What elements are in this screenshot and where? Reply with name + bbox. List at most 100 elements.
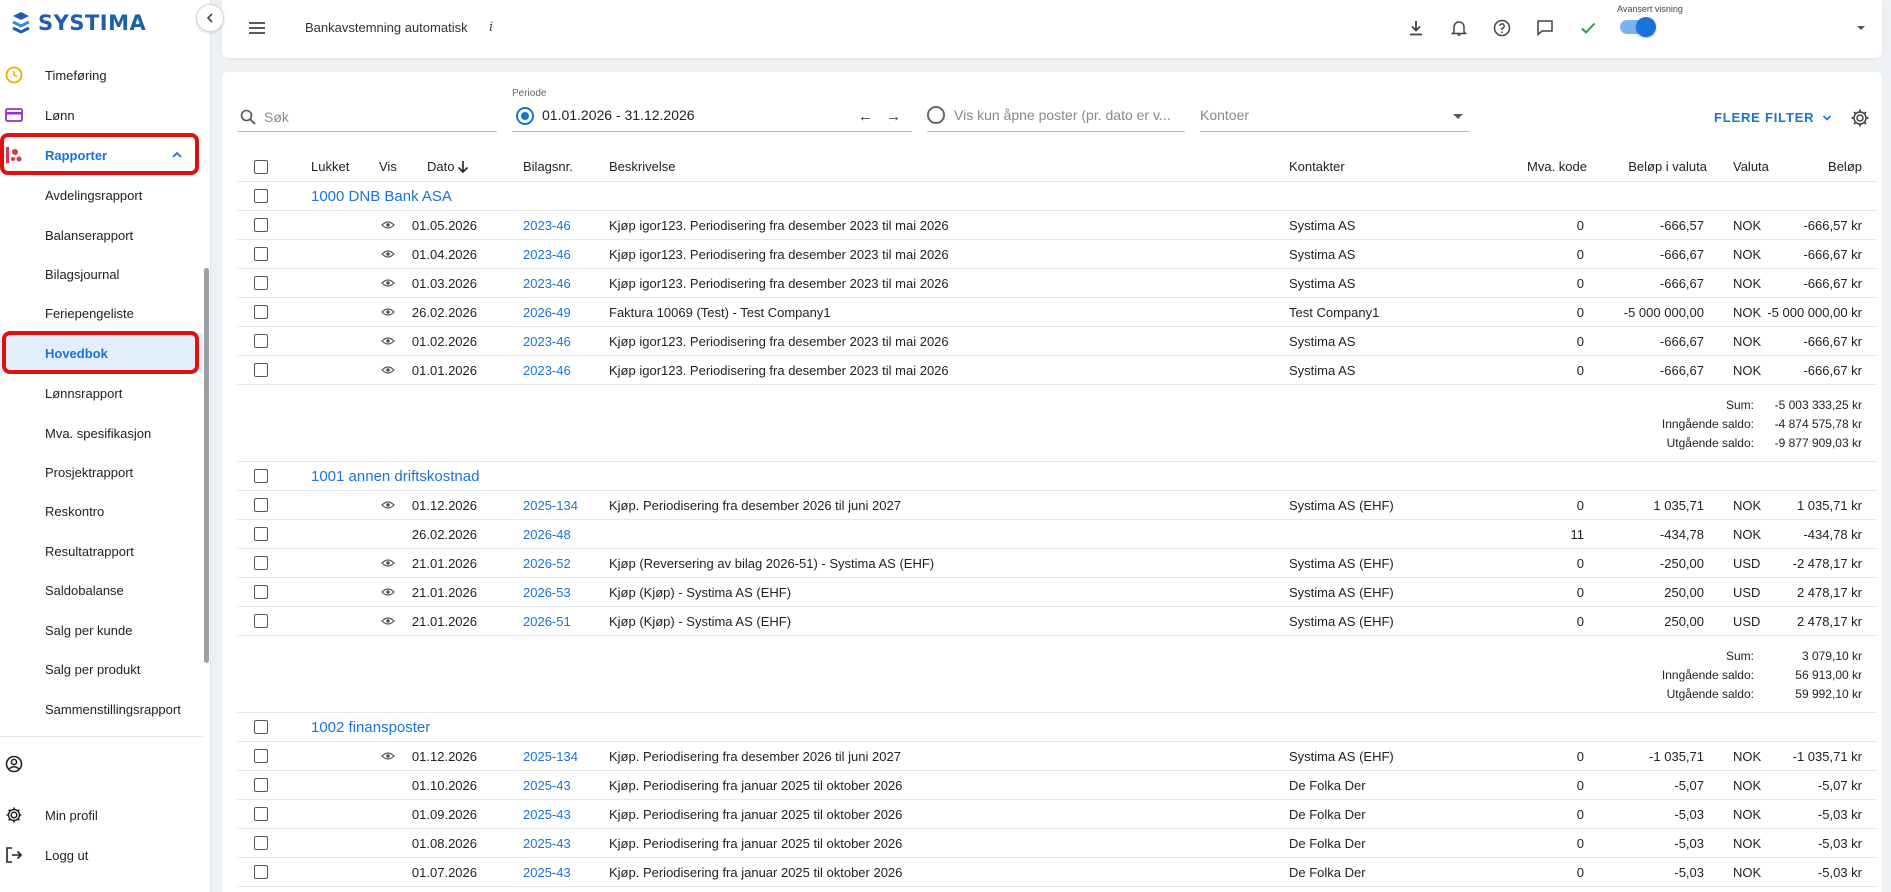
account-title[interactable]: 1001 annen driftskostnad <box>311 468 479 485</box>
row-checkbox[interactable] <box>254 865 268 879</box>
sidebar-item-min-profil[interactable]: Min profil <box>0 797 203 833</box>
voucher-link[interactable]: 2026-48 <box>523 520 571 548</box>
download-button[interactable] <box>1405 17 1427 39</box>
sidebar-item-lonn[interactable]: Lønn <box>0 95 203 135</box>
table-row[interactable]: 01.08.2026 2025-43 Kjøp. Periodisering fra… <box>237 829 1877 858</box>
view-button[interactable] <box>381 269 395 297</box>
col-kontakter[interactable]: Kontakter <box>1289 152 1345 181</box>
sidebar-item-rapporter[interactable]: Rapporter <box>0 135 203 175</box>
chat-button[interactable] <box>1534 17 1556 39</box>
view-button[interactable] <box>381 211 395 239</box>
voucher-link[interactable]: 2025-43 <box>523 858 571 886</box>
systima-logo[interactable]: SYSTIMA <box>10 8 146 38</box>
table-settings-button[interactable] <box>1850 108 1870 133</box>
row-checkbox[interactable] <box>254 749 268 763</box>
voucher-link[interactable]: 2026-51 <box>523 607 571 635</box>
select-all-checkbox[interactable] <box>254 159 268 174</box>
account-title[interactable]: 1002 finansposter <box>311 719 430 736</box>
row-checkbox[interactable] <box>254 778 268 792</box>
row-checkbox[interactable] <box>254 498 268 512</box>
voucher-link[interactable]: 2025-134 <box>523 491 578 519</box>
sidebar-item-timeforing[interactable]: Timeføring <box>0 55 203 95</box>
sidebar-item-feriepengeliste[interactable]: Feriepengeliste <box>0 293 203 333</box>
voucher-link[interactable]: 2026-49 <box>523 298 571 326</box>
sidebar-item-mva-spesifikasjon[interactable]: Mva. spesifikasjon <box>0 413 203 453</box>
row-checkbox[interactable] <box>254 807 268 821</box>
sidebar-scrollbar[interactable] <box>203 55 211 735</box>
sidebar-item-avdelingsrapport[interactable]: Avdelingsrapport <box>0 175 203 215</box>
row-checkbox[interactable] <box>254 247 268 261</box>
periode-value[interactable]: 01.01.2026 - 31.12.2026 <box>542 107 695 123</box>
group-checkbox[interactable] <box>254 189 268 203</box>
view-button[interactable] <box>381 549 395 577</box>
search-field[interactable] <box>237 102 497 132</box>
view-button[interactable] <box>381 491 395 519</box>
search-input[interactable] <box>264 107 484 127</box>
table-row[interactable]: 21.01.2026 2026-51 Kjøp (Kjøp) - Systima A… <box>237 607 1877 636</box>
col-belop-valuta[interactable]: Beløp i valuta <box>1607 152 1707 181</box>
sidebar-item-salg-per-kunde[interactable]: Salg per kunde <box>0 610 203 650</box>
scrollbar-thumb[interactable] <box>204 268 209 663</box>
advanced-view-toggle[interactable] <box>1620 17 1656 37</box>
group-checkbox[interactable] <box>254 469 268 483</box>
group-checkbox[interactable] <box>254 720 268 734</box>
open-posts-filter[interactable]: Vis kun åpne poster (pr. dato er v... <box>927 102 1185 132</box>
voucher-link[interactable]: 2023-46 <box>523 240 571 268</box>
view-button[interactable] <box>381 327 395 355</box>
col-lukket[interactable]: Lukket <box>311 152 349 181</box>
table-row[interactable]: 01.07.2026 2025-43 Kjøp. Periodisering fra… <box>237 858 1877 887</box>
sidebar-item-balanserapport[interactable]: Balanserapport <box>0 215 203 255</box>
periode-field[interactable]: Periode 01.01.2026 - 31.12.2026 ← → <box>512 88 912 132</box>
table-row[interactable]: 21.01.2026 2026-53 Kjøp (Kjøp) - Systima A… <box>237 578 1877 607</box>
row-checkbox[interactable] <box>254 556 268 570</box>
more-filters-button[interactable]: FLERE FILTER <box>1714 110 1832 125</box>
view-button[interactable] <box>381 742 395 770</box>
status-check-button[interactable] <box>1577 17 1599 39</box>
previous-period-arrow-icon[interactable]: ← <box>858 108 873 125</box>
menu-button[interactable] <box>246 17 268 39</box>
table-row[interactable]: 01.02.2026 2023-46 Kjøp igor123. Periodise… <box>237 327 1877 356</box>
row-checkbox[interactable] <box>254 334 268 348</box>
account-button[interactable] <box>0 746 203 782</box>
voucher-link[interactable]: 2025-43 <box>523 829 571 857</box>
table-row[interactable]: 21.01.2026 2026-52 Kjøp (Reversering av bi… <box>237 549 1877 578</box>
account-title[interactable]: 1000 DNB Bank ASA <box>311 188 452 205</box>
row-checkbox[interactable] <box>254 614 268 628</box>
caret-down-icon[interactable] <box>1855 23 1867 33</box>
open-posts-radio[interactable] <box>927 106 945 124</box>
view-button[interactable] <box>381 356 395 384</box>
row-checkbox[interactable] <box>254 585 268 599</box>
col-bilagsnr[interactable]: Bilagsnr. <box>523 152 573 181</box>
table-row[interactable]: 01.12.2026 2025-134 Kjøp. Periodisering fr… <box>237 742 1877 771</box>
next-period-arrow-icon[interactable]: → <box>886 108 901 125</box>
voucher-link[interactable]: 2023-46 <box>523 211 571 239</box>
voucher-link[interactable]: 2025-134 <box>523 742 578 770</box>
voucher-link[interactable]: 2026-52 <box>523 549 571 577</box>
row-checkbox[interactable] <box>254 276 268 290</box>
table-row[interactable]: 26.02.2026 2026-49 Faktura 10069 (Test) - … <box>237 298 1877 327</box>
view-button[interactable] <box>381 578 395 606</box>
table-row[interactable]: 01.03.2026 2023-46 Kjøp igor123. Periodise… <box>237 269 1877 298</box>
view-button[interactable] <box>381 298 395 326</box>
collapse-sidebar-button[interactable] <box>196 4 224 32</box>
kontoer-select[interactable]: Kontoer <box>1200 102 1470 132</box>
voucher-link[interactable]: 2023-46 <box>523 327 571 355</box>
table-row[interactable]: 01.01.2026 2023-46 Kjøp igor123. Periodise… <box>237 356 1877 385</box>
voucher-link[interactable]: 2023-46 <box>523 269 571 297</box>
sidebar-item-reskontro[interactable]: Reskontro <box>0 491 203 531</box>
table-row[interactable]: 01.10.2026 2025-43 Kjøp. Periodisering fra… <box>237 771 1877 800</box>
view-button[interactable] <box>381 607 395 635</box>
table-row[interactable]: 01.09.2026 2025-43 Kjøp. Periodisering fra… <box>237 800 1877 829</box>
col-belop[interactable]: Beløp <box>1787 152 1862 181</box>
sidebar-item-hovedbok[interactable]: Hovedbok <box>0 333 203 373</box>
voucher-link[interactable]: 2025-43 <box>523 771 571 799</box>
info-button[interactable]: i <box>489 20 493 35</box>
col-dato[interactable]: Dato <box>427 159 469 174</box>
sidebar-item-saldobalanse[interactable]: Saldobalanse <box>0 570 203 610</box>
col-valuta[interactable]: Valuta <box>1733 152 1769 181</box>
table-row[interactable]: 01.12.2026 2025-134 Kjøp. Periodisering fr… <box>237 491 1877 520</box>
row-checkbox[interactable] <box>254 527 268 541</box>
row-checkbox[interactable] <box>254 218 268 232</box>
sidebar-item-sammenstillingsrapport[interactable]: Sammenstillingsrapport <box>0 689 203 729</box>
sidebar-item-salg-per-produkt[interactable]: Salg per produkt <box>0 649 203 689</box>
